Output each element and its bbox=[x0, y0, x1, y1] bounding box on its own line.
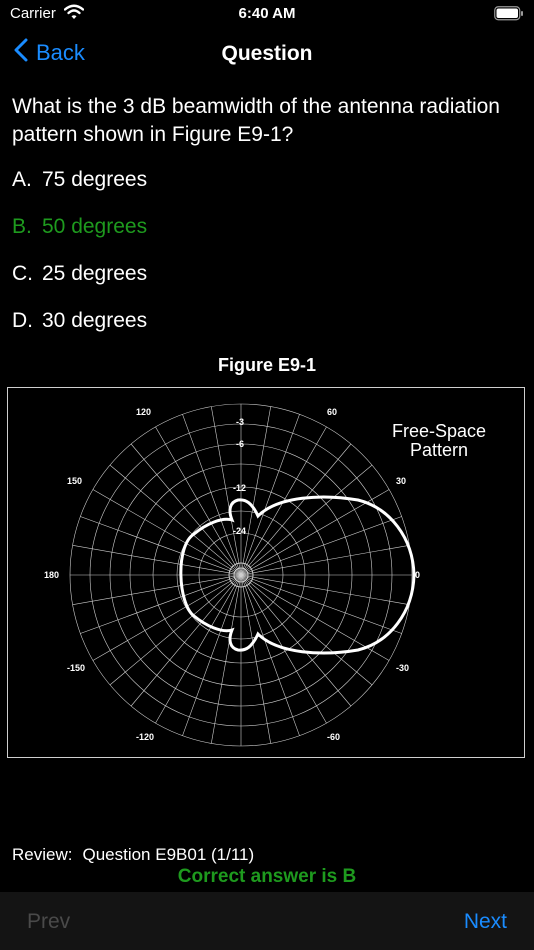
answer-letter: C. bbox=[12, 262, 33, 285]
answer-b[interactable]: B. 50 degrees bbox=[12, 215, 147, 239]
result-message: Correct answer is B bbox=[177, 866, 357, 887]
ring-label-minus-24: -24 bbox=[233, 526, 246, 536]
figure-title: Figure E9-1 bbox=[217, 355, 317, 375]
answer-c[interactable]: C. 25 degrees bbox=[12, 262, 147, 286]
question-text: What is the 3 dB beamwidth of the antenn… bbox=[12, 95, 500, 146]
angle-label-minus-30: -30 bbox=[396, 663, 409, 673]
ring-label-minus-12: -12 bbox=[233, 483, 246, 493]
answer-letter: B. bbox=[12, 215, 32, 238]
answer-d[interactable]: D. 30 degrees bbox=[12, 309, 147, 333]
figure-e9-1: 0 30 60 120 150 180 -150 -120 -60 -30 -3… bbox=[7, 387, 525, 758]
caption-line-1: Free-Space bbox=[392, 421, 486, 441]
answer-text: 50 degrees bbox=[42, 215, 148, 238]
angle-label-180: 180 bbox=[44, 570, 59, 580]
answer-letter: A. bbox=[12, 168, 32, 191]
review-value: Question E9B01 (1/11) bbox=[82, 845, 255, 864]
angle-label-150: 150 bbox=[67, 476, 82, 486]
bottom-toolbar: Prev Next bbox=[0, 892, 534, 950]
answer-text: 25 degrees bbox=[42, 262, 148, 285]
angle-label-minus-60: -60 bbox=[327, 732, 340, 742]
angle-label-minus-120: -120 bbox=[136, 732, 154, 742]
answer-letter: D. bbox=[12, 309, 33, 332]
polar-pattern-diagram: 0 30 60 120 150 180 -150 -120 -60 -30 -3… bbox=[44, 403, 486, 747]
angle-label-30: 30 bbox=[396, 476, 406, 486]
answer-a[interactable]: A. 75 degrees bbox=[12, 168, 147, 192]
angle-label-120: 120 bbox=[136, 407, 151, 417]
ring-label-minus-3: -3 bbox=[236, 417, 244, 427]
battery-icon bbox=[494, 6, 524, 26]
caption-line-2: Pattern bbox=[410, 440, 468, 460]
angle-label-0: 0 bbox=[415, 570, 420, 580]
angle-label-60: 60 bbox=[327, 407, 337, 417]
status-bar: Carrier 6:40 AM bbox=[0, 0, 534, 28]
next-button[interactable]: Next bbox=[464, 910, 507, 934]
answer-text: 30 degrees bbox=[42, 309, 148, 332]
review-info: Review: Question E9B01 (1/11) bbox=[12, 845, 254, 865]
clock: 6:40 AM bbox=[238, 5, 296, 22]
page-title: Question bbox=[221, 42, 313, 65]
ring-label-minus-6: -6 bbox=[236, 439, 244, 449]
review-label: Review: bbox=[12, 845, 73, 864]
prev-button[interactable]: Prev bbox=[27, 910, 70, 934]
navigation-bar: Back Question bbox=[0, 36, 534, 76]
polar-grid bbox=[69, 403, 413, 747]
angle-label-minus-150: -150 bbox=[67, 663, 85, 673]
answer-text: 75 degrees bbox=[42, 168, 148, 191]
